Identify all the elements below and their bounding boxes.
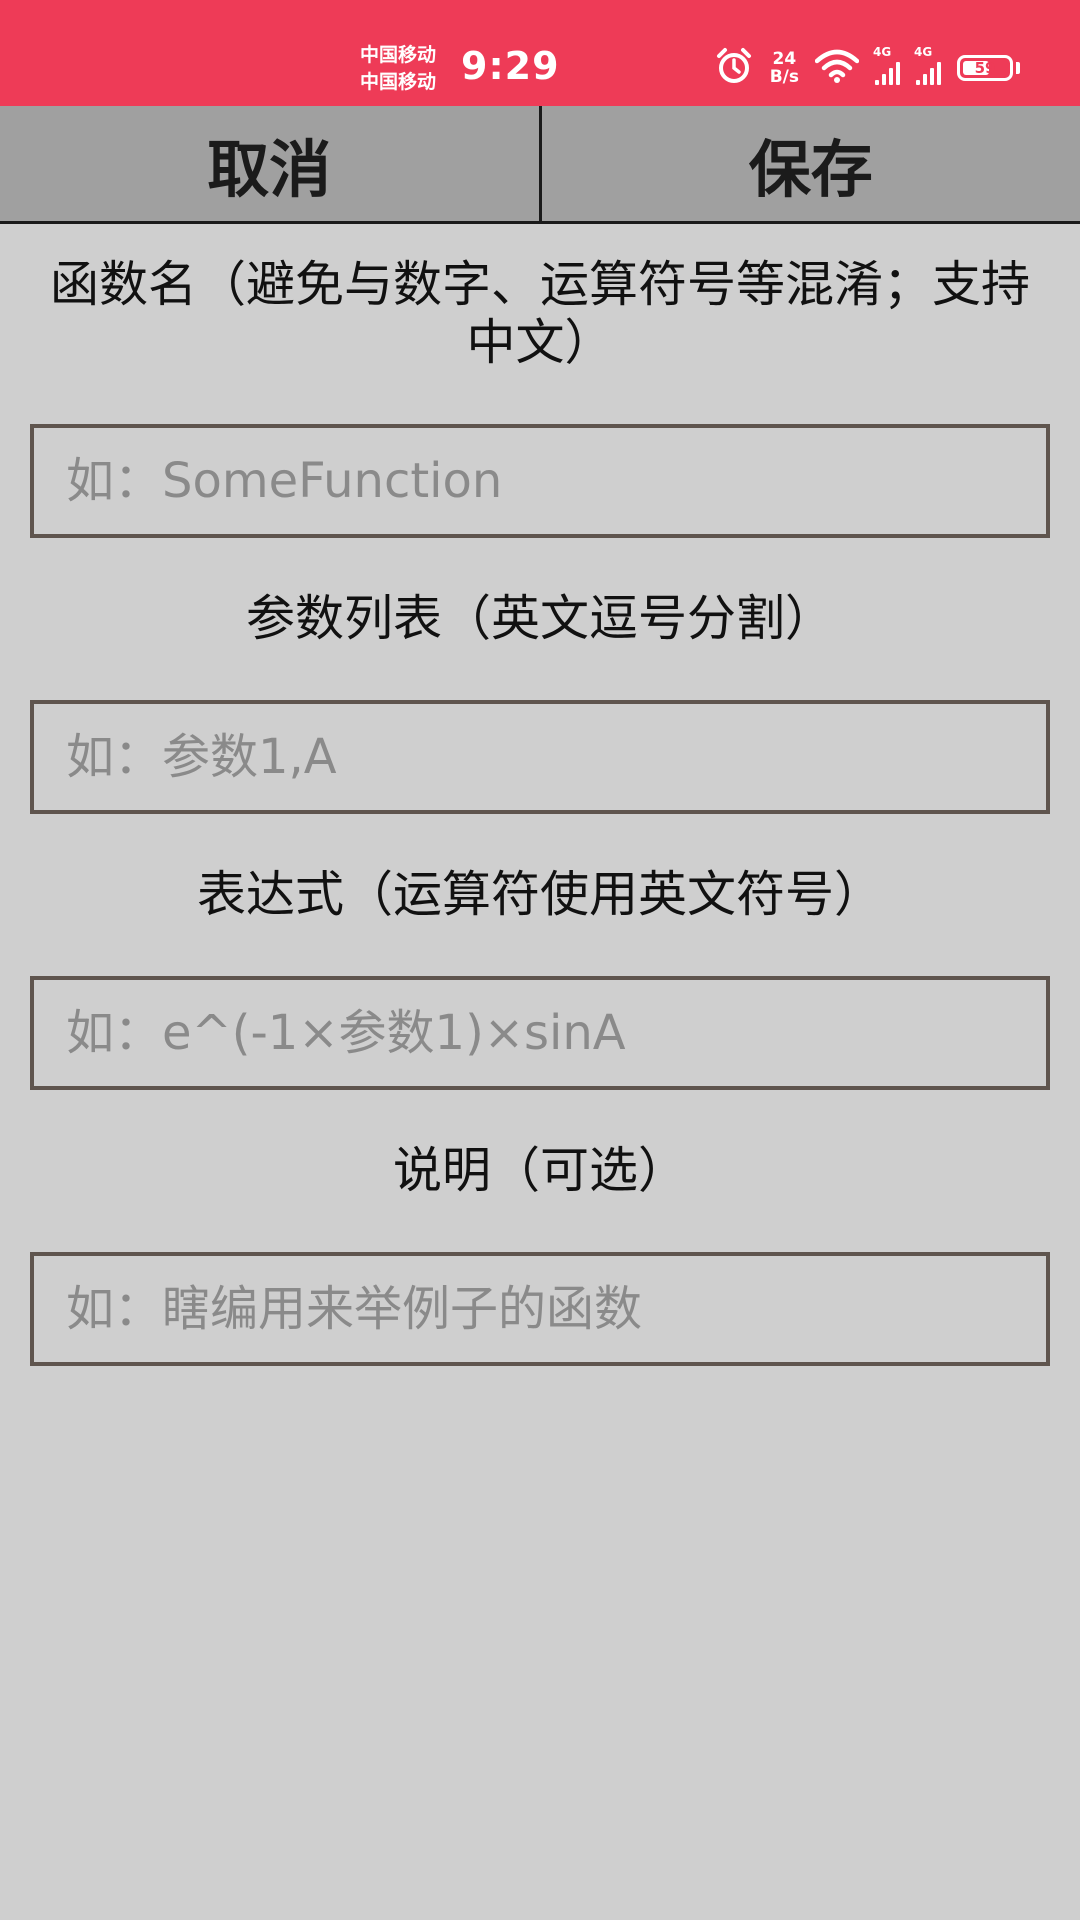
clock: 9:29 bbox=[461, 44, 560, 88]
signal-1-type: 4G bbox=[873, 45, 892, 59]
wifi-icon bbox=[814, 49, 860, 87]
description-label: 说明（可选） bbox=[392, 1142, 687, 1199]
parameters-input[interactable] bbox=[64, 728, 1046, 786]
alarm-icon bbox=[714, 46, 754, 90]
carrier-names: 中国移动 中国移动 bbox=[360, 42, 436, 96]
description-field[interactable] bbox=[30, 1252, 1050, 1366]
network-speed-value: 24 bbox=[772, 49, 797, 69]
battery-tip bbox=[1016, 62, 1020, 74]
function-name-field[interactable] bbox=[30, 424, 1050, 538]
status-icons: 24 B/s 4G 4G 59 bbox=[714, 45, 1020, 90]
parameters-label: 参数列表（英文逗号分割） bbox=[245, 590, 834, 647]
signal-strength-icon-2: 4G bbox=[914, 45, 941, 85]
expression-field[interactable] bbox=[30, 976, 1050, 1090]
function-form: 函数名（避免与数字、运算符号等混淆；支持中文） 参数列表（英文逗号分割） 表达式… bbox=[0, 224, 1080, 1366]
expression-label: 表达式（运算符使用英文符号） bbox=[196, 866, 883, 923]
battery-icon: 59 bbox=[957, 55, 1013, 81]
network-speed-unit: B/s bbox=[769, 67, 799, 87]
description-input[interactable] bbox=[64, 1280, 1046, 1338]
network-speed: 24 B/s bbox=[770, 50, 799, 86]
signal-2-type: 4G bbox=[914, 45, 933, 59]
expression-input[interactable] bbox=[64, 1004, 1046, 1062]
status-bar: 中国移动 中国移动 9:29 24 B/s 4G 4G 59 bbox=[0, 0, 1080, 106]
battery-level: 59 bbox=[974, 59, 996, 77]
signal-strength-icon-1: 4G bbox=[873, 45, 900, 85]
carrier-1: 中国移动 bbox=[360, 44, 437, 66]
cancel-button[interactable]: 取消 bbox=[0, 106, 539, 221]
carrier-2: 中国移动 bbox=[360, 71, 437, 93]
action-bar: 取消 保存 bbox=[0, 106, 1080, 224]
function-name-input[interactable] bbox=[64, 452, 1046, 510]
save-button[interactable]: 保存 bbox=[542, 106, 1080, 221]
function-name-label: 函数名（避免与数字、运算符号等混淆；支持中文） bbox=[50, 256, 1031, 371]
parameters-field[interactable] bbox=[30, 700, 1050, 814]
